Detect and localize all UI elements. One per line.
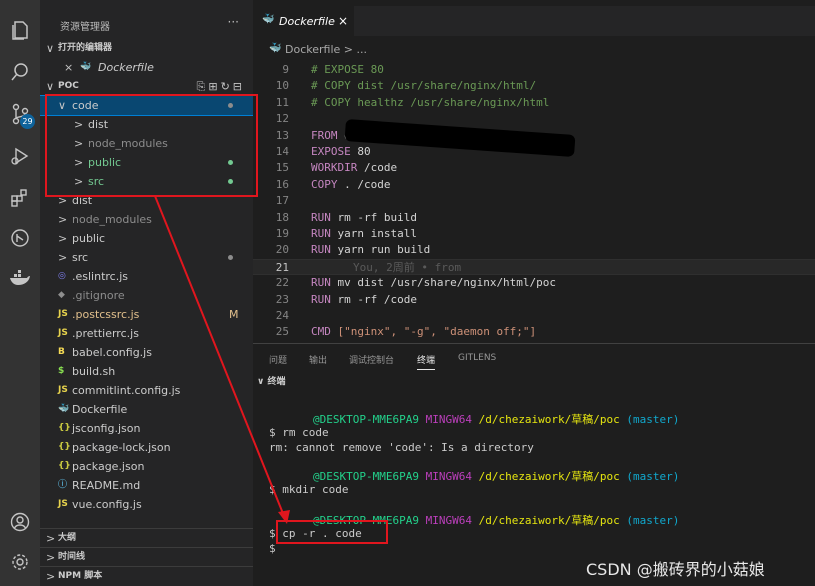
watermark: CSDN @搬砖界的小菇娘 bbox=[586, 560, 765, 579]
annotation-arrow bbox=[154, 195, 290, 524]
